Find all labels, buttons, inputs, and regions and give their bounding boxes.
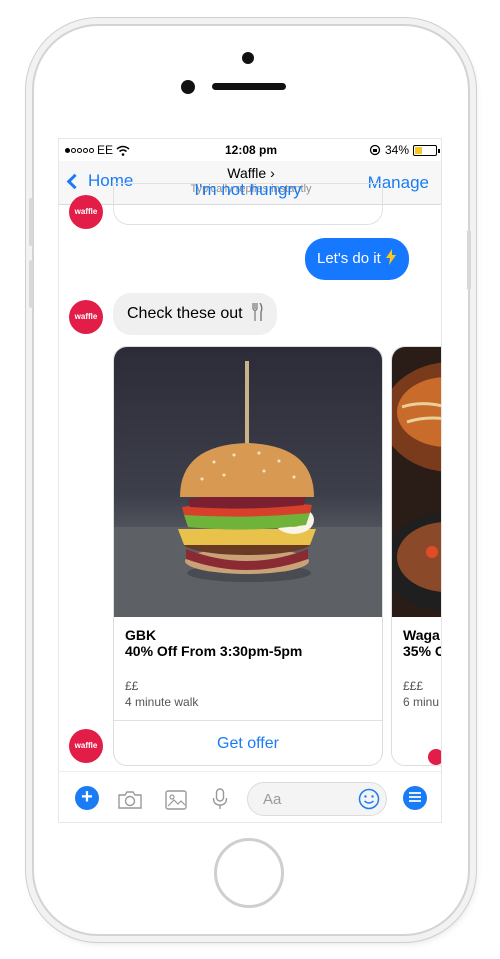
get-offer-button[interactable]: Get offer	[114, 720, 382, 765]
menu-button[interactable]	[403, 786, 427, 810]
orientation-lock-icon	[369, 144, 381, 156]
fork-knife-icon	[252, 302, 263, 321]
card-title: Waga	[403, 627, 440, 643]
message-input[interactable]: Aa	[247, 782, 387, 816]
status-bar: EE 12:08 pm 34%	[59, 139, 441, 161]
earpiece-speaker	[212, 83, 286, 90]
chevron-left-icon	[66, 173, 83, 189]
home-button[interactable]	[214, 838, 284, 908]
offer-card[interactable]: GBK 40% Off From 3:30pm-5pm ££ 4 minute …	[113, 346, 383, 766]
battery-icon	[413, 144, 440, 156]
bot-avatar: waffle	[69, 195, 103, 229]
lightning-icon	[385, 249, 396, 265]
user-message-text: Let's do it	[317, 250, 381, 267]
card-offer: 35% O	[403, 643, 442, 659]
bot-message-text: Check these out	[127, 305, 243, 322]
composer-bar: + Aa	[59, 771, 441, 822]
user-message: Let's do it	[305, 238, 409, 280]
chevron-right-icon: ›	[270, 165, 275, 181]
emoji-icon[interactable]	[358, 788, 380, 810]
quick-reply-label: I'm not hungry	[194, 183, 302, 199]
card-distance: 6 minu	[403, 695, 440, 709]
menu-icon	[409, 792, 421, 802]
power-button	[467, 230, 471, 290]
card-price: ££	[125, 679, 139, 693]
bot-avatar: waffle	[69, 300, 103, 334]
card-title: GBK	[125, 627, 157, 643]
noodle-image	[392, 347, 441, 617]
offer-card[interactable]: Waga 35% O £££ 6 minu	[391, 346, 442, 766]
conversation-title: Waffle ›	[227, 165, 275, 181]
image-icon[interactable]	[165, 790, 187, 810]
message-placeholder: Aa	[263, 791, 282, 808]
card-price: £££	[403, 679, 424, 693]
plus-button[interactable]: +	[75, 786, 99, 810]
bot-message: Check these out	[113, 293, 278, 335]
front-camera	[242, 52, 254, 64]
card-distance: 4 minute walk	[125, 695, 199, 709]
volume-down-button	[29, 260, 33, 308]
sensor-dot	[181, 80, 195, 94]
card-offer: 40% Off From 3:30pm-5pm	[125, 643, 303, 659]
mini-avatar	[428, 749, 441, 765]
burger-image	[114, 347, 382, 617]
volume-up-button	[29, 198, 33, 246]
messenger-screen: EE 12:08 pm 34% Home Waffle › Typically …	[58, 138, 442, 823]
bot-avatar: waffle	[69, 729, 103, 763]
battery-area: 34%	[369, 143, 440, 157]
battery-percent: 34%	[384, 143, 409, 157]
microphone-icon[interactable]	[212, 788, 228, 810]
quick-reply-button[interactable]: I'm not hungry	[113, 183, 383, 225]
camera-icon[interactable]	[117, 790, 143, 810]
